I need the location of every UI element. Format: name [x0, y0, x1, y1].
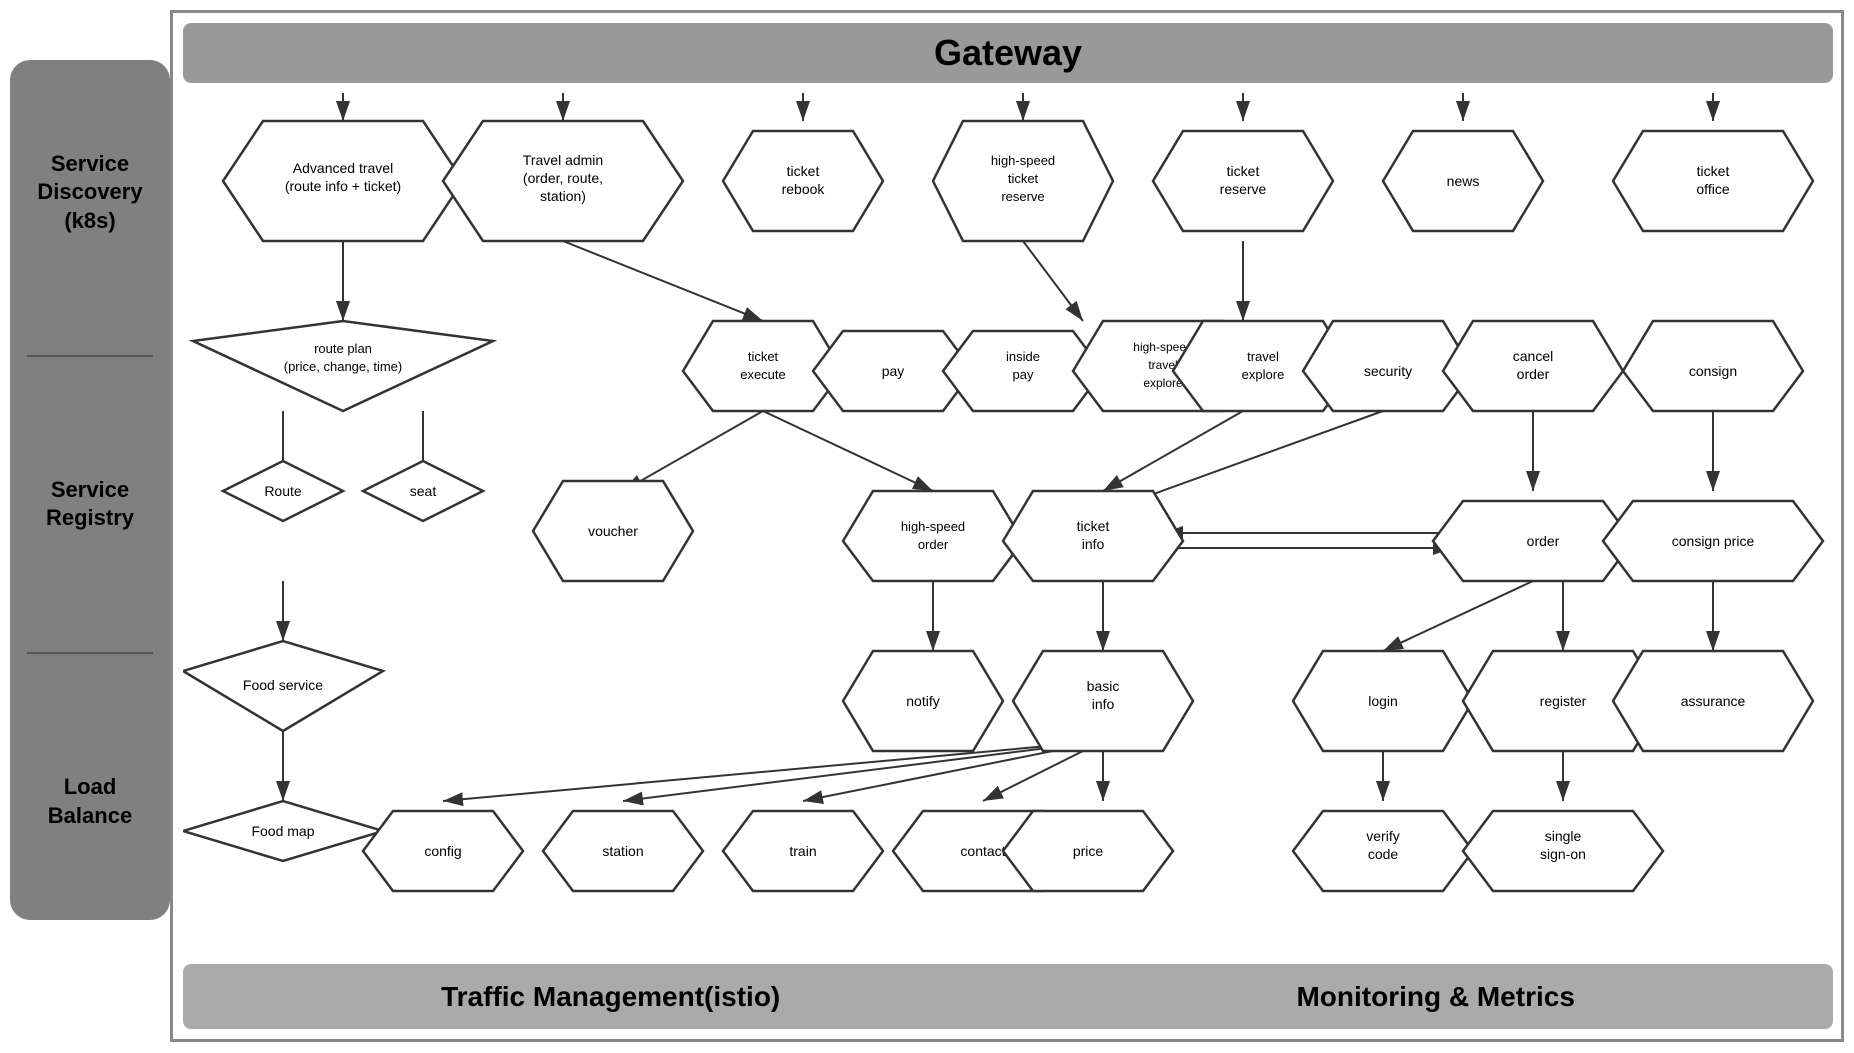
load-balance-label: LoadBalance	[48, 773, 132, 830]
gateway-bar: Gateway	[183, 23, 1833, 83]
sidebar-divider-1	[27, 355, 153, 357]
station-node: station	[543, 811, 703, 891]
svg-text:ticket: ticket	[1008, 171, 1039, 186]
svg-text:(order, route,: (order, route,	[523, 170, 603, 186]
high-speed-ticket-reserve-node: high-speed ticket reserve	[933, 121, 1113, 241]
svg-text:pay: pay	[1013, 367, 1034, 382]
diagram-container: ServiceDiscovery(k8s) ServiceRegistry Lo…	[10, 10, 1844, 1042]
basic-info-node: basic info	[1013, 651, 1193, 751]
consign-price-node: consign price	[1603, 501, 1823, 581]
food-map-node: Food map	[183, 801, 383, 861]
ticket-office-node: ticket office	[1613, 131, 1813, 231]
svg-text:basic: basic	[1087, 678, 1120, 694]
svg-text:sign-on: sign-on	[1540, 846, 1586, 862]
svg-text:reserve: reserve	[1001, 189, 1044, 204]
svg-text:cancel: cancel	[1513, 348, 1553, 364]
svg-text:single: single	[1545, 828, 1582, 844]
route-node: Route	[223, 461, 343, 521]
svg-text:rebook: rebook	[782, 181, 826, 197]
config-node: config	[363, 811, 523, 891]
svg-text:voucher: voucher	[588, 523, 638, 539]
svg-text:info: info	[1082, 536, 1105, 552]
svg-text:config: config	[424, 843, 461, 859]
svg-text:order: order	[1527, 533, 1560, 549]
login-node: login	[1293, 651, 1473, 751]
svg-text:consign: consign	[1689, 363, 1737, 379]
svg-text:notify: notify	[906, 693, 939, 709]
ticket-reserve-node: ticket reserve	[1153, 131, 1333, 231]
svg-text:ticket: ticket	[1697, 163, 1730, 179]
svg-text:pay: pay	[882, 363, 905, 379]
svg-text:register: register	[1540, 693, 1587, 709]
svg-text:station: station	[602, 843, 643, 859]
voucher-node: voucher	[533, 481, 693, 581]
svg-text:ticket: ticket	[787, 163, 820, 179]
svg-text:explore: explore	[1242, 367, 1285, 382]
ticket-rebook-node: ticket rebook	[723, 131, 883, 231]
svg-text:train: train	[789, 843, 816, 859]
svg-text:security: security	[1364, 363, 1412, 379]
svg-text:login: login	[1368, 693, 1398, 709]
svg-text:station): station)	[540, 188, 586, 204]
service-discovery-label: ServiceDiscovery(k8s)	[37, 150, 142, 236]
sidebar-divider-2	[27, 652, 153, 654]
travel-admin-node: Travel admin (order, route, station)	[443, 121, 683, 241]
seat-node: seat	[363, 461, 483, 521]
svg-text:(price, change, time): (price, change, time)	[284, 359, 403, 374]
svg-text:inside: inside	[1006, 349, 1040, 364]
svg-text:route plan: route plan	[314, 341, 372, 356]
verify-code-node: verify code	[1293, 811, 1473, 891]
svg-text:order: order	[918, 537, 949, 552]
svg-text:travel: travel	[1247, 349, 1279, 364]
consign-node: consign	[1623, 321, 1803, 411]
cancel-order-node: cancel order	[1443, 321, 1623, 411]
service-registry-label: ServiceRegistry	[46, 476, 134, 533]
svg-text:ticket: ticket	[1077, 518, 1110, 534]
svg-text:contact: contact	[960, 843, 1005, 859]
svg-text:seat: seat	[410, 483, 437, 499]
assurance-node: assurance	[1613, 651, 1813, 751]
svg-text:info: info	[1092, 696, 1115, 712]
svg-text:(route info + ticket): (route info + ticket)	[285, 178, 401, 194]
route-plan-node: route plan (price, change, time)	[193, 321, 493, 411]
high-speed-order-node: high-speed order	[843, 491, 1023, 581]
svg-text:office: office	[1696, 181, 1729, 197]
svg-text:Food service: Food service	[243, 677, 323, 693]
price-node: price	[1003, 811, 1173, 891]
train-node: train	[723, 811, 883, 891]
svg-text:price: price	[1073, 843, 1104, 859]
notify-node: notify	[843, 651, 1003, 751]
left-sidebar: ServiceDiscovery(k8s) ServiceRegistry Lo…	[10, 60, 170, 920]
svg-text:verify: verify	[1366, 828, 1399, 844]
ticket-info-node: ticket info	[1003, 491, 1183, 581]
svg-text:news: news	[1447, 173, 1480, 189]
news-node: news	[1383, 131, 1543, 231]
svg-text:consign price: consign price	[1672, 533, 1755, 549]
advanced-travel-node: Advanced travel (route info + ticket)	[223, 121, 463, 241]
svg-text:Advanced travel: Advanced travel	[293, 160, 393, 176]
gateway-label: Gateway	[934, 32, 1082, 74]
diagram-svg: Advanced travel (route info + ticket) Tr…	[183, 93, 1853, 1053]
svg-text:ticket: ticket	[748, 349, 779, 364]
svg-text:ticket: ticket	[1227, 163, 1260, 179]
svg-text:reserve: reserve	[1220, 181, 1267, 197]
food-service-node: Food service	[183, 641, 383, 731]
svg-text:code: code	[1368, 846, 1399, 862]
svg-text:order: order	[1517, 366, 1550, 382]
svg-text:Route: Route	[264, 483, 302, 499]
svg-text:execute: execute	[740, 367, 786, 382]
svg-text:assurance: assurance	[1681, 693, 1746, 709]
svg-text:high-speed: high-speed	[991, 153, 1055, 168]
svg-text:high-speed: high-speed	[901, 519, 965, 534]
main-area: Gateway Traffic Management(istio) Monito…	[170, 10, 1844, 1042]
single-sign-on-node: single sign-on	[1463, 811, 1663, 891]
svg-text:Travel admin: Travel admin	[523, 152, 603, 168]
svg-text:Food map: Food map	[251, 823, 314, 839]
